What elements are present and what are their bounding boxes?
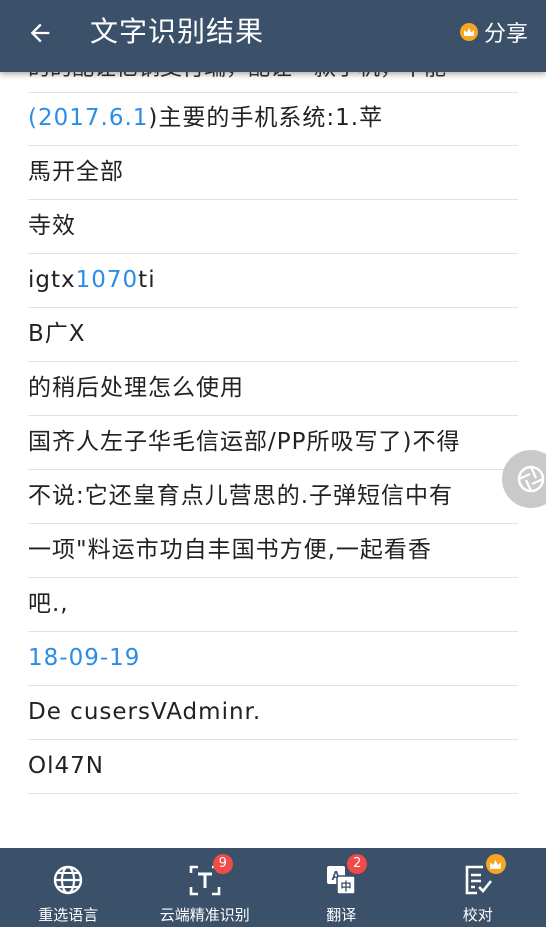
partial-line: 的的配让亿钢支付端，配让一款手机，不能: [28, 72, 518, 93]
text-line-list: (2017.6.1)主要的手机系统:1.苹馬开全部寺效 igtx1070ti B广X…: [28, 92, 518, 794]
tab-proofread[interactable]: 校对: [410, 848, 546, 927]
text-segment: 18-09-19: [28, 645, 141, 671]
text-line[interactable]: De cusersVAdminr.: [28, 686, 518, 740]
text-segment: B广X: [28, 321, 86, 347]
text-line[interactable]: 18-09-19: [28, 632, 518, 686]
text-line[interactable]: B广X: [28, 308, 518, 362]
text-segment: 的稍后处理怎么使用: [28, 375, 244, 401]
text-segment: 寺效: [28, 213, 76, 239]
text-segment: ti: [138, 267, 156, 293]
text-line[interactable]: 的稍后处理怎么使用: [28, 362, 518, 416]
share-button[interactable]: 分享: [459, 16, 528, 48]
tab-label: 翻译: [326, 906, 357, 924]
tab-translate[interactable]: A 中 2 翻译: [273, 848, 410, 927]
text-segment: 1070: [75, 267, 139, 293]
text-segment: (2017.6.1: [28, 105, 149, 131]
text-line[interactable]: 馬开全部: [28, 146, 518, 200]
svg-text:中: 中: [341, 879, 352, 893]
unread-badge: 9: [212, 854, 233, 874]
text-segment: 不说:它还皇育点儿营思的.子弹短信中有: [28, 483, 454, 509]
text-line[interactable]: igtx1070ti: [28, 254, 518, 308]
text-line[interactable]: 不说:它还皇育点儿营思的.子弹短信中有: [28, 470, 518, 524]
bottom-toolbar: 重选语言 9 云端精准识别 A 中 2 翻译 校对: [0, 848, 546, 927]
back-arrow-icon: [30, 23, 50, 43]
crown-icon: [459, 23, 478, 41]
text-line[interactable]: 一项"料运市功自丰国书方便,一起看香: [28, 524, 518, 578]
text-segment: 国齐人左子华毛信运部/PP所吸写了)不得: [28, 429, 461, 455]
text-segment: )主要的手机系统:1.苹: [148, 105, 384, 131]
text-line[interactable]: Ol47N: [28, 740, 518, 794]
top-app-bar: 文字识别结果 分享: [0, 0, 546, 72]
crown-icon: [485, 854, 506, 874]
text-line[interactable]: (2017.6.1)主要的手机系统:1.苹: [28, 92, 518, 146]
text-line[interactable]: 吧.,: [28, 578, 518, 632]
text-segment: 吧.,: [28, 591, 69, 617]
unread-badge: 2: [347, 854, 368, 874]
text-segment: Ol47N: [28, 753, 104, 779]
share-label: 分享: [483, 22, 528, 47]
text-line[interactable]: 国齐人左子华毛信运部/PP所吸写了)不得: [28, 416, 518, 470]
recognized-text-area[interactable]: 的的配让亿钢支付端，配让一款手机，不能 (2017.6.1)主要的手机系统:1.…: [0, 72, 546, 848]
back-button[interactable]: [22, 15, 58, 51]
text-segment: 馬开全部: [28, 159, 124, 185]
text-segment: De cusersVAdminr.: [28, 699, 262, 725]
tab-label: 云端精准识别: [159, 906, 250, 924]
tab-cloud-ocr[interactable]: 9 云端精准识别: [137, 848, 274, 927]
text-segment: igtx: [28, 267, 76, 293]
globe-icon: [50, 862, 86, 898]
tab-label: 校对: [462, 906, 493, 924]
tab-reselect-language[interactable]: 重选语言: [0, 848, 137, 927]
tab-label: 重选语言: [38, 906, 99, 924]
shutter-icon: [517, 465, 545, 493]
page-title: 文字识别结果: [90, 15, 265, 48]
text-line[interactable]: 寺效: [28, 200, 518, 254]
text-segment: 一项"料运市功自丰国书方便,一起看香: [28, 537, 432, 563]
